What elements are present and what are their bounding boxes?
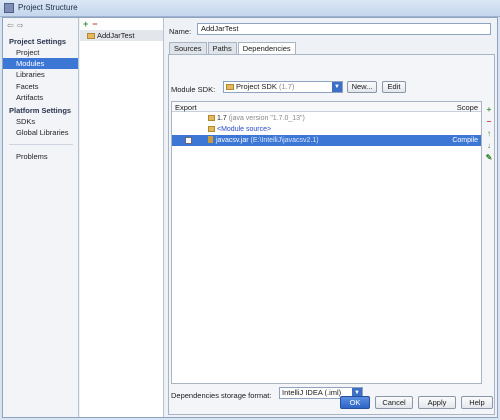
nav-item-modules[interactable]: Modules [3,58,78,69]
scope-column-header: Scope [456,103,478,112]
source-folder-icon [208,126,215,132]
tab-paths[interactable]: Paths [207,42,237,54]
new-sdk-button[interactable]: New... [347,81,377,93]
export-checkbox[interactable] [185,137,192,144]
table-row[interactable]: 1.7 (java version "1.7.0_13") [172,113,481,124]
sdk-folder-icon [226,84,234,90]
remove-dependency-icon[interactable]: − [484,117,494,129]
module-name-input[interactable]: AddJarTest [197,23,491,35]
dependencies-toolbar: + − ↑ ↓ ✎ [484,105,494,165]
add-module-icon[interactable]: + [83,19,88,29]
storage-format-label: Dependencies storage format: [171,391,272,400]
dependencies-panel: Module SDK: Project SDK (1.7) ▼ New... E… [168,54,495,415]
apply-button[interactable]: Apply [418,396,456,409]
module-details: Name: AddJarTest Sources Paths Dependenc… [165,18,497,417]
tab-sources[interactable]: Sources [169,42,207,54]
sdk-value: Project SDK [236,82,277,91]
nav-item-global-libraries[interactable]: Global Libraries [3,127,78,138]
nav-item-libraries[interactable]: Libraries [3,69,78,80]
module-tabs: Sources Paths Dependencies [169,42,297,54]
module-sdk-select[interactable]: Project SDK (1.7) ▼ [223,81,343,93]
dependencies-table: Export Scope 1.7 (java version "1.7.0_13… [171,101,482,384]
project-structure-dialog: ⇦⇨ Project Settings Project Modules Libr… [2,17,498,418]
storage-format-value: IntelliJ IDEA (.iml) [282,388,342,397]
module-folder-icon [87,33,95,39]
add-dependency-icon[interactable]: + [484,105,494,117]
nav-item-artifacts[interactable]: Artifacts [3,92,78,103]
dependency-cell: <Module source> [208,124,271,135]
dependency-cell: javacsv.jar (E:\IntelliJ\javacsv2.1) [208,135,319,146]
nav-divider [9,144,73,145]
dependencies-table-header: Export Scope [172,102,481,112]
settings-nav: ⇦⇨ Project Settings Project Modules Libr… [3,18,79,417]
edit-sdk-button[interactable]: Edit [382,81,406,93]
table-row[interactable]: <Module source> [172,124,481,135]
back-arrow-icon[interactable]: ⇦ [7,21,17,30]
remove-module-icon[interactable]: − [92,19,97,29]
cancel-button[interactable]: Cancel [375,396,413,409]
edit-dependency-icon[interactable]: ✎ [484,153,494,165]
forward-arrow-icon[interactable]: ⇨ [17,21,27,30]
nav-item-problems[interactable]: Problems [3,151,78,162]
dependency-scope[interactable]: Compile [452,135,478,146]
nav-item-facets[interactable]: Facets [3,81,78,92]
window-title: Project Structure [18,3,78,12]
modules-toolbar: + − [83,19,102,30]
jar-icon [208,136,213,143]
module-item-addjartest[interactable]: AddJarTest [80,30,163,41]
dependency-detail: (java version "1.7.0_13") [228,115,305,122]
move-up-icon[interactable]: ↑ [484,129,494,141]
jdk-icon [208,115,215,121]
name-label: Name: [169,27,192,36]
nav-history-arrows[interactable]: ⇦⇨ [7,21,26,30]
module-sdk-label: Module SDK: [171,85,216,94]
platform-settings-header: Platform Settings [9,106,72,115]
tab-dependencies[interactable]: Dependencies [237,42,296,54]
app-icon [4,3,14,13]
modules-pane: + − AddJarTest [80,18,164,417]
export-column-header: Export [175,103,197,112]
help-button[interactable]: Help [461,396,493,409]
dependency-cell: 1.7 (java version "1.7.0_13") [208,113,305,124]
module-item-label: AddJarTest [97,31,135,40]
move-down-icon[interactable]: ↓ [484,141,494,153]
dependency-name: javacsv.jar [216,137,249,144]
table-row[interactable]: javacsv.jar (E:\IntelliJ\javacsv2.1) Com… [172,135,481,146]
nav-item-project[interactable]: Project [3,47,78,58]
dependency-detail: (E:\IntelliJ\javacsv2.1) [250,137,319,144]
sdk-version: (1.7) [278,82,295,91]
chevron-down-icon[interactable]: ▼ [332,82,342,92]
project-settings-header: Project Settings [9,37,67,46]
ok-button[interactable]: OK [340,396,370,409]
dependency-name: 1.7 [217,115,227,122]
nav-item-sdks[interactable]: SDKs [3,116,78,127]
dependency-name: <Module source> [217,126,272,133]
title-bar: Project Structure [0,0,500,17]
